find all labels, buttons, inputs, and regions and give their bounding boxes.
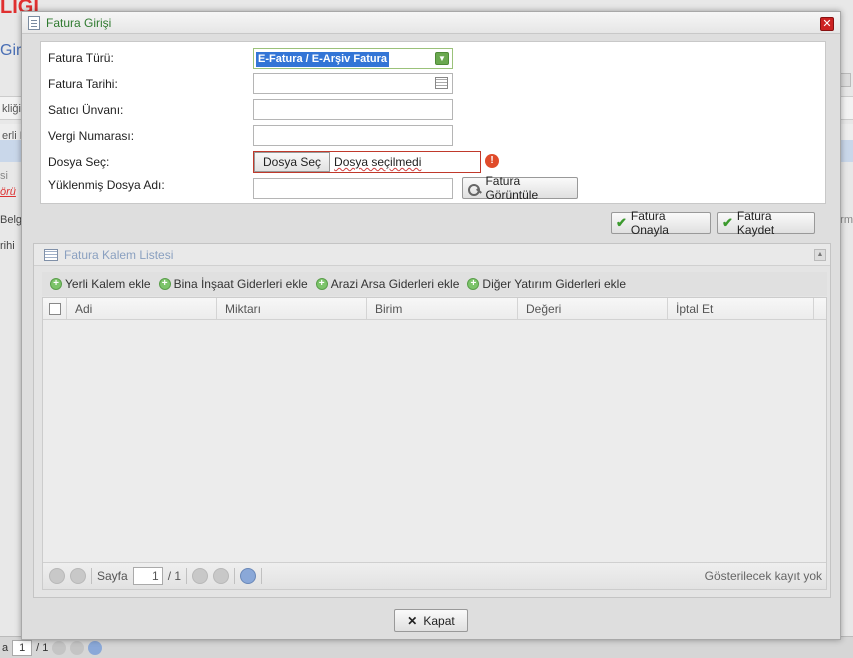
page-total: / 1 — [167, 569, 182, 583]
select-all-cell — [43, 298, 67, 319]
grid-icon — [44, 248, 58, 261]
page-input[interactable]: 1 — [132, 567, 163, 585]
fatura-kalem-listesi-panel: Fatura Kalem Listesi ▲ + Yerli Kalem ekle… — [33, 243, 831, 598]
bina-insaat-ekle-button[interactable]: + Bina İnşaat Giderleri ekle — [158, 277, 308, 291]
column-iptal-et[interactable]: İptal Et — [668, 298, 814, 319]
pager-separator — [186, 568, 188, 584]
check-icon: ✔ — [722, 215, 733, 230]
diger-yatirim-ekle-button[interactable]: + Diğer Yatırım Giderleri ekle — [467, 277, 626, 291]
pager-separator — [261, 568, 263, 584]
vergi-numarasi-label: Vergi Numarası: — [48, 129, 135, 143]
last-page-icon[interactable] — [213, 568, 230, 584]
list-header: Fatura Kalem Listesi ▲ — [34, 244, 830, 266]
fatura-turu-select[interactable]: E-Fatura / E-Arşiv Fatura ▼ — [253, 48, 453, 69]
pager-separator — [91, 568, 92, 584]
invoice-form: Fatura Türü: E-Fatura / E-Arşiv Fatura ▼… — [40, 41, 826, 204]
bg-rm-fragment: rm — [840, 214, 853, 226]
yuklenmis-dosya-label: Yüklenmiş Dosya Adı: — [48, 178, 165, 192]
calendar-icon[interactable] — [435, 77, 448, 89]
list-title: Fatura Kalem Listesi — [64, 247, 174, 262]
bg-refresh-icon — [88, 640, 103, 655]
dialog-title: Fatura Girişi — [46, 15, 112, 30]
magnifier-icon — [467, 181, 482, 196]
grid-header-row: Adi Miktarı Birim Değeri İptal Et — [43, 298, 826, 320]
dosya-sec-button[interactable]: Dosya Seç — [254, 152, 331, 172]
close-icon: ✕ — [407, 613, 418, 628]
column-adi[interactable]: Adi — [67, 298, 217, 319]
bg-sor-fragment: örü — [0, 186, 16, 198]
fatura-goruntule-button[interactable]: Fatura Görüntüle — [462, 174, 578, 202]
vergi-numarasi-input[interactable] — [253, 125, 453, 146]
fatura-turu-value: E-Fatura / E-Arşiv Fatura — [256, 52, 389, 67]
fatura-kaydet-button[interactable]: ✔ Fatura Kaydet — [717, 209, 815, 237]
bg-si-fragment: si — [0, 170, 8, 182]
satici-unvani-input[interactable] — [253, 99, 453, 120]
pager-separator — [234, 568, 236, 584]
bg-next-icon — [52, 640, 67, 655]
add-icon: + — [158, 278, 171, 290]
prev-page-icon[interactable] — [70, 568, 86, 584]
bg-rihi-fragment: rihi — [0, 240, 15, 252]
chevron-down-icon[interactable]: ▼ — [435, 52, 449, 65]
kapat-button[interactable]: ✕ Kapat — [394, 609, 468, 632]
next-page-icon[interactable] — [192, 568, 209, 584]
refresh-icon[interactable] — [240, 568, 257, 584]
column-degeri[interactable]: Değeri — [518, 298, 668, 319]
check-icon: ✔ — [616, 215, 627, 230]
document-icon — [28, 15, 40, 30]
yerli-kalem-ekle-button[interactable]: + Yerli Kalem ekle — [50, 277, 151, 291]
column-miktari[interactable]: Miktarı — [217, 298, 367, 319]
fatura-girisi-dialog: Fatura Girişi ✕ Fatura Türü: E-Fatura / … — [21, 11, 841, 640]
fatura-tarihi-label: Fatura Tarihi: — [48, 77, 118, 91]
close-icon[interactable]: ✕ — [820, 17, 834, 31]
fatura-onayla-button[interactable]: ✔ Fatura Onayla — [611, 209, 711, 237]
add-icon: + — [315, 278, 328, 290]
bg-page-input: 1 — [12, 639, 33, 656]
dosya-sec-label: Dosya Seç: — [48, 155, 110, 169]
select-all-checkbox[interactable] — [48, 302, 61, 315]
satici-unvani-label: Satıcı Ünvanı: — [48, 103, 124, 117]
dialog-header[interactable]: Fatura Girişi ✕ — [22, 12, 840, 34]
fatura-turu-label: Fatura Türü: — [48, 51, 114, 65]
yuklenmis-dosya-input[interactable] — [253, 178, 453, 199]
file-input[interactable]: Dosya Seç Dosya seçilmedi — [253, 151, 481, 173]
arazi-arsa-ekle-button[interactable]: + Arazi Arsa Giderleri ekle — [315, 277, 459, 291]
file-status: Dosya seçilmedi — [334, 155, 422, 169]
grid-pager: Sayfa 1 / 1 Gösterilecek kayıt yok — [43, 562, 826, 589]
first-page-icon[interactable] — [49, 568, 65, 584]
bg-last-icon — [70, 640, 85, 655]
warning-icon: ! — [485, 154, 499, 168]
page-label: Sayfa — [97, 569, 128, 583]
pager-info: Gösterilecek kayıt yok — [704, 569, 822, 583]
collapse-icon[interactable]: ▲ — [814, 249, 826, 261]
column-birim[interactable]: Birim — [367, 298, 518, 319]
kalem-grid: Adi Miktarı Birim Değeri İptal Et Sayfa … — [42, 297, 827, 590]
add-icon: + — [50, 278, 62, 290]
add-icon: + — [467, 278, 480, 290]
list-toolbar: + Yerli Kalem ekle + Bina İnşaat Giderleri… — [42, 272, 827, 296]
fatura-tarihi-input[interactable] — [253, 73, 453, 94]
